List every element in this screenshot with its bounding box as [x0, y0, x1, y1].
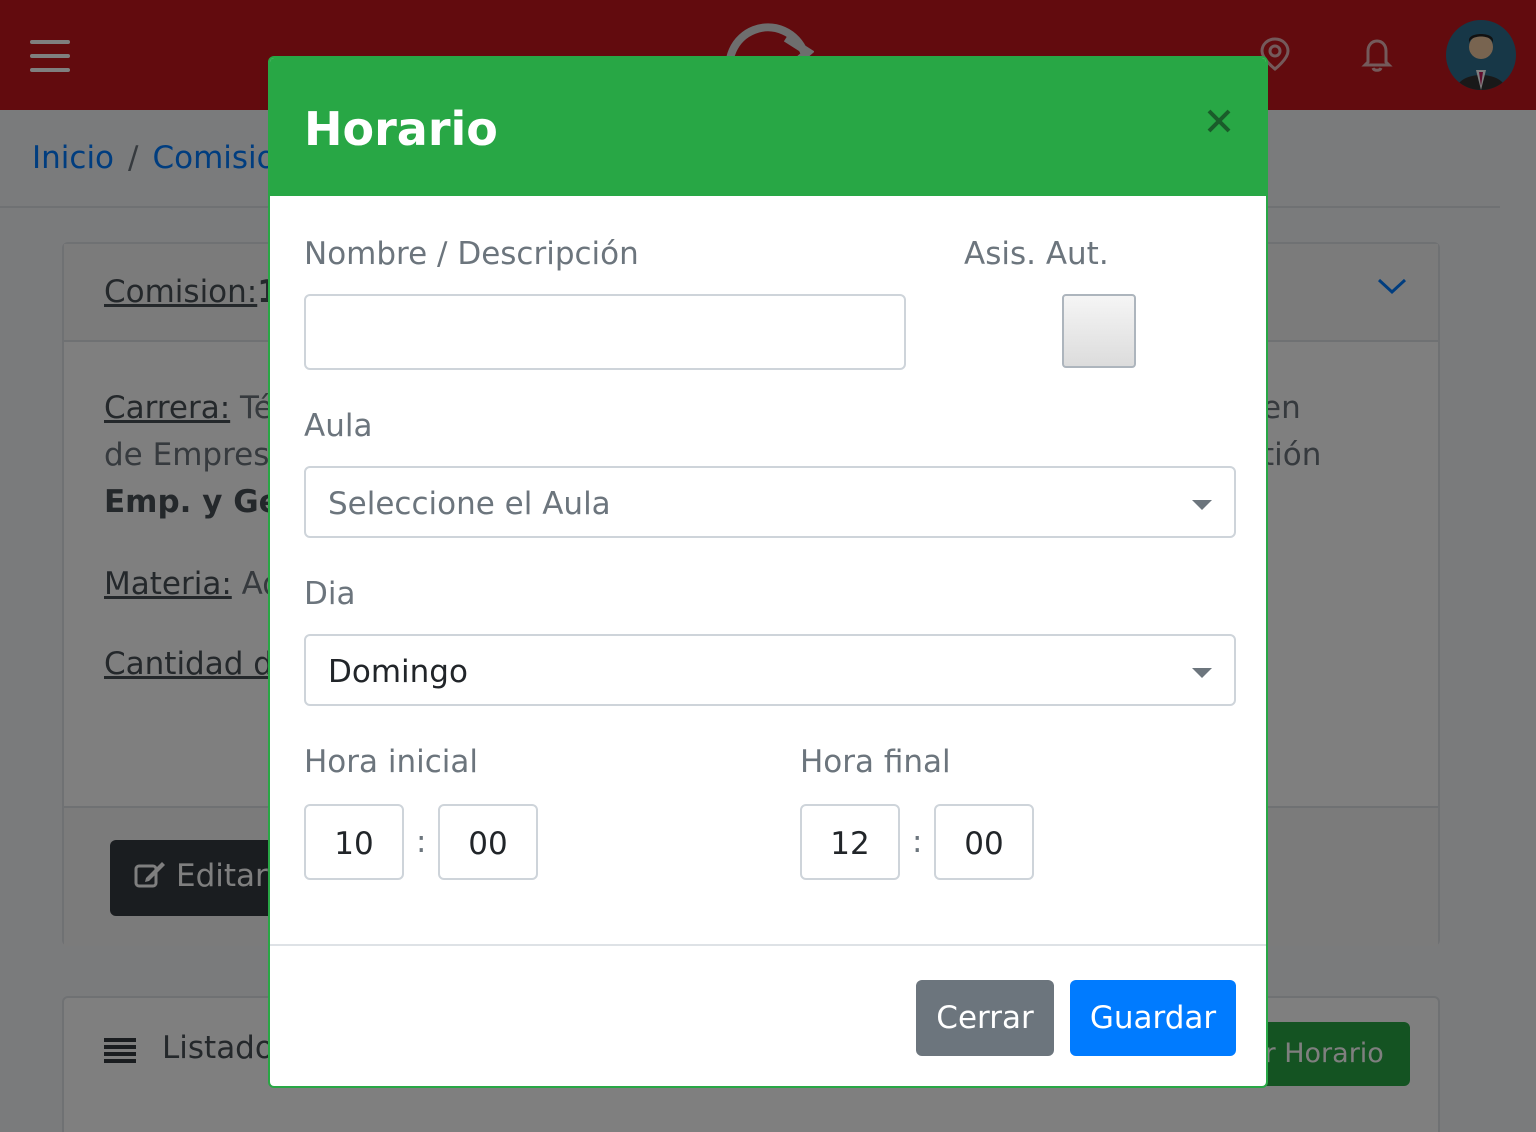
horario-modal: Horario Nombre / Descripción Asis. Aut. …: [268, 56, 1268, 1088]
modal-footer-divider: [270, 944, 1266, 946]
time-separator: :: [912, 824, 923, 860]
hora-final-hours[interactable]: 12: [800, 804, 900, 880]
caret-down-icon: [1192, 500, 1212, 510]
dia-select-value: Domingo: [328, 654, 468, 690]
hora-inicial-hours[interactable]: 10: [304, 804, 404, 880]
nombre-input[interactable]: [304, 294, 906, 370]
aula-select[interactable]: Seleccione el Aula: [304, 466, 1236, 538]
time-separator: :: [416, 824, 427, 860]
aula-select-placeholder: Seleccione el Aula: [328, 486, 611, 522]
hora-final-minutes[interactable]: 00: [934, 804, 1034, 880]
hora-inicial-minutes[interactable]: 00: [438, 804, 538, 880]
asis-aut-label: Asis. Aut.: [964, 236, 1109, 272]
dia-label: Dia: [304, 576, 356, 612]
hora-inicial-label: Hora inicial: [304, 744, 479, 780]
save-button[interactable]: Guardar: [1070, 980, 1236, 1056]
nombre-label: Nombre / Descripción: [304, 236, 639, 272]
modal-header: Horario: [270, 58, 1266, 196]
close-button[interactable]: Cerrar: [916, 980, 1054, 1056]
hora-final-label: Hora final: [800, 744, 951, 780]
close-icon[interactable]: [1204, 106, 1234, 136]
dia-select[interactable]: Domingo: [304, 634, 1236, 706]
aula-label: Aula: [304, 408, 373, 444]
asis-aut-checkbox[interactable]: [1062, 294, 1136, 368]
modal-title: Horario: [304, 102, 498, 156]
caret-down-icon: [1192, 668, 1212, 678]
